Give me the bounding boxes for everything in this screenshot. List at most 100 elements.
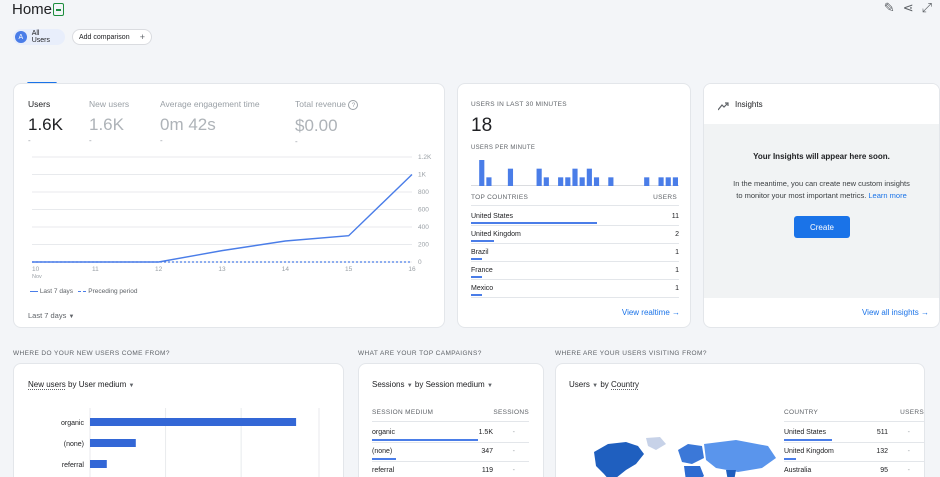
geo-row[interactable]: United Kingdom 132 -: [784, 448, 924, 464]
sessions-value: 347: [481, 448, 493, 455]
sessions-change: -: [512, 429, 515, 436]
minute-bar: [565, 177, 571, 186]
metric-label: New users: [89, 99, 130, 109]
metric-selector[interactable]: Sessions: [372, 380, 404, 389]
sessions-value: 119: [481, 467, 493, 474]
campaign-row[interactable]: referral 119 -: [372, 467, 529, 477]
map-india: [726, 470, 736, 477]
minute-bar: [579, 177, 585, 186]
legend-solid-icon: [30, 290, 38, 292]
metric-selector[interactable]: New users: [28, 380, 66, 389]
row-divider: [471, 225, 679, 226]
medium-name: (none): [372, 448, 393, 455]
country-users: 11: [671, 213, 679, 220]
geo-selector[interactable]: Users ▼ by Country: [569, 380, 639, 389]
country-row[interactable]: Mexico 1: [471, 285, 679, 303]
country-share-bar: [471, 258, 483, 260]
learn-more-link[interactable]: Learn more: [868, 191, 906, 200]
country-row[interactable]: Brazil 1: [471, 249, 679, 267]
metric-change: -: [160, 136, 163, 145]
insights-body: Your Insights will appear here soon. In …: [704, 124, 939, 298]
add-comparison-button[interactable]: Add comparison +: [72, 29, 152, 45]
metric-total-revenue[interactable]: Total revenue ? $0.00 -: [295, 99, 359, 146]
create-insight-button[interactable]: Create: [794, 216, 850, 238]
category-label: referral: [62, 462, 85, 469]
date-range-label: Last 7 days: [28, 311, 67, 320]
users-share-bar: [784, 458, 797, 460]
map-north-america: [594, 442, 644, 477]
row-divider: [471, 261, 679, 262]
expand-icon[interactable]: ⤢: [922, 0, 940, 15]
metric-engagement-time[interactable]: Average engagement time 0m 42s -: [160, 99, 260, 145]
geo-row[interactable]: United States 511 -: [784, 429, 924, 445]
dimension-selector[interactable]: Session medium: [426, 380, 485, 389]
minute-bar: [479, 160, 485, 186]
view-realtime-link[interactable]: View realtime →: [622, 308, 680, 317]
caret-down-icon: ▼: [486, 383, 493, 389]
medium-name: organic: [372, 429, 395, 436]
users-value: 511: [876, 429, 888, 436]
share-icon[interactable]: ⋖: [903, 0, 922, 15]
users-change: -: [907, 467, 910, 474]
metric-label: Average engagement time: [160, 99, 260, 109]
caret-down-icon: ▼: [406, 383, 413, 389]
country-header: COUNTRY: [784, 409, 819, 416]
arrow-right-icon: →: [672, 308, 680, 317]
trend-icon: [717, 98, 729, 116]
dimension-selector[interactable]: Country: [611, 380, 639, 389]
map-europe: [678, 444, 704, 464]
country-users: 1: [675, 249, 679, 256]
country-name: Australia: [784, 467, 812, 474]
row-divider: [471, 297, 679, 298]
acquisition-selector[interactable]: New users by User medium ▼: [28, 380, 134, 389]
insights-title: Insights: [735, 100, 763, 109]
metric-change: -: [295, 137, 298, 146]
session-medium-header: SESSION MEDIUM: [372, 409, 434, 416]
country-row[interactable]: United Kingdom 2: [471, 231, 679, 249]
per-minute-label: USERS PER MINUTE: [471, 145, 536, 151]
metric-value: 0m 42s: [160, 115, 216, 134]
minute-bar: [644, 177, 650, 186]
x-tick-label: 16: [408, 266, 416, 273]
page-title: Home: [12, 1, 53, 18]
top-actions: ✎⋖⤢: [884, 0, 940, 16]
edit-icon[interactable]: ✎: [884, 0, 903, 15]
document-icon[interactable]: [53, 3, 64, 16]
help-icon[interactable]: ?: [348, 100, 359, 110]
x-tick-label: 10: [32, 266, 40, 273]
dimension-selector[interactable]: User medium: [79, 380, 127, 389]
country-users: 2: [675, 231, 679, 238]
y-tick-label: 800: [418, 189, 429, 196]
campaigns-section-label: WHAT ARE YOUR TOP CAMPAIGNS?: [358, 350, 482, 357]
campaign-row[interactable]: organic 1.5K -: [372, 429, 529, 445]
legend-previous: Preceding period: [88, 288, 138, 295]
country-share-bar: [471, 294, 483, 296]
x-month-label: Nov: [32, 274, 42, 279]
campaigns-selector[interactable]: Sessions ▼ by Session medium ▼: [372, 380, 493, 389]
acquisition-section-label: WHERE DO YOUR NEW USERS COME FROM?: [13, 350, 170, 357]
x-tick-label: 13: [218, 266, 226, 273]
map-greenland: [646, 437, 666, 450]
realtime-users-value: 18: [471, 115, 493, 136]
country-row[interactable]: France 1: [471, 267, 679, 285]
users-header: USERS: [653, 194, 677, 201]
all-users-chip[interactable]: A All Users: [13, 29, 65, 45]
category-bar: [90, 418, 297, 426]
metric-users[interactable]: Users 1.6K -: [28, 99, 63, 145]
metric-selector[interactable]: Users: [569, 380, 590, 389]
geo-row[interactable]: Australia 95 -: [784, 467, 924, 477]
view-all-insights-link[interactable]: View all insights →: [862, 308, 929, 317]
top-countries-header: TOP COUNTRIES: [471, 194, 529, 201]
campaign-row[interactable]: (none) 347 -: [372, 448, 529, 464]
sessions-value: 1.5K: [478, 429, 493, 436]
country-name: United States: [471, 213, 514, 220]
metric-new-users[interactable]: New users 1.6K -: [89, 99, 129, 145]
users-line-chart: 0 200 400 600 800 1K 1.2K 10 11 12 13 14 15 16 Nov: [32, 154, 432, 279]
country-row[interactable]: United States 11: [471, 213, 679, 231]
date-range-dropdown[interactable]: Last 7 days ▼: [28, 311, 74, 320]
category-label: (none): [64, 441, 84, 448]
metric-value: 1.6K: [89, 115, 124, 134]
sessions-header: SESSIONS: [493, 409, 529, 416]
legend-dashed-icon: [78, 290, 87, 292]
world-map: [594, 437, 776, 477]
